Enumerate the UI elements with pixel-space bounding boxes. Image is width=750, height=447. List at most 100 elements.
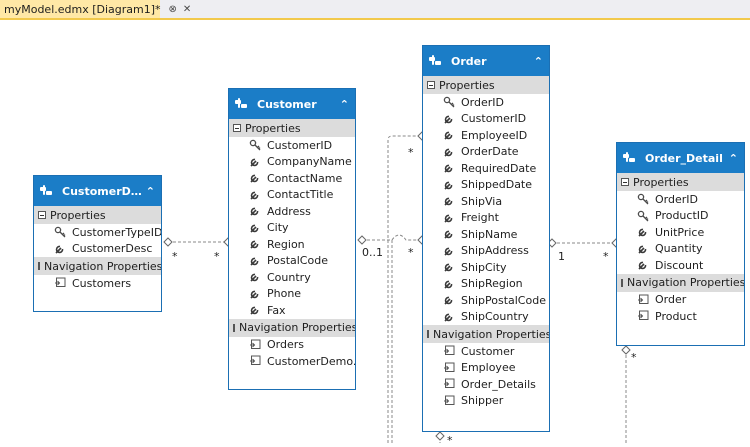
navigation-property-item[interactable]: Orders [229, 337, 355, 354]
properties-section[interactable]: Properties [34, 206, 161, 224]
multiplicity-label: 0..1 [362, 246, 383, 259]
property-item[interactable]: ShipCity [423, 259, 549, 276]
property-item[interactable]: ShipName [423, 226, 549, 243]
navigation-properties-section[interactable]: Navigation Properties [229, 318, 355, 337]
scalar-property-icon [443, 261, 455, 273]
navigation-property-item[interactable]: Product [617, 308, 744, 325]
collapse-icon[interactable]: ⌃ [530, 55, 543, 68]
scalar-property-icon [443, 294, 455, 306]
property-item[interactable]: Region [229, 236, 355, 253]
property-item[interactable]: ContactTitle [229, 187, 355, 204]
entity-customer[interactable]: Customer ⌃ Properties CustomerID CompanyN… [228, 88, 356, 390]
property-label: OrderID [655, 192, 698, 206]
navigation-property-item[interactable]: CustomerDemo... [229, 353, 355, 370]
collapse-toggle-icon[interactable] [427, 330, 429, 338]
entity-header[interactable]: Order_Detail ⌃ [617, 143, 744, 173]
property-item[interactable]: EmployeeID [423, 127, 549, 144]
diamond-marker [435, 431, 445, 441]
property-item[interactable]: Address [229, 203, 355, 220]
collapse-toggle-icon[interactable] [621, 178, 629, 186]
property-item[interactable]: ContactName [229, 170, 355, 187]
properties-section[interactable]: Properties [229, 119, 355, 137]
association-line-customer-order [362, 234, 422, 241]
collapse-icon[interactable]: ⌃ [142, 185, 155, 198]
navigation-property-icon [637, 294, 649, 306]
navigation-property-item[interactable]: Order_Details [423, 376, 549, 393]
entity-name: Order [451, 54, 487, 68]
property-item[interactable]: OrderDate [423, 144, 549, 161]
property-label: Orders [267, 338, 304, 352]
property-item[interactable]: CompanyName [229, 154, 355, 171]
entity-header[interactable]: CustomerDem... ⌃ [34, 176, 161, 206]
property-item[interactable]: ShippedDate [423, 177, 549, 194]
property-item[interactable]: UnitPrice [617, 224, 744, 241]
property-item[interactable]: ShipAddress [423, 243, 549, 260]
property-label: Region [267, 237, 305, 251]
scalar-property-icon [249, 238, 261, 250]
property-item[interactable]: OrderID [617, 191, 744, 208]
navigation-properties-section[interactable]: Navigation Properties [34, 257, 161, 275]
property-item[interactable]: CustomerDesc [34, 241, 161, 258]
scalar-property-icon [249, 205, 261, 217]
property-item[interactable]: Freight [423, 210, 549, 227]
collapse-toggle-icon[interactable] [233, 124, 241, 132]
entity-header[interactable]: Customer ⌃ [229, 89, 355, 119]
properties-section[interactable]: Properties [617, 173, 744, 191]
scalar-property-icon [249, 172, 261, 184]
diamond-marker [621, 345, 631, 355]
navigation-properties-section[interactable]: Navigation Properties [617, 273, 744, 292]
navigation-property-item[interactable]: Customers [34, 275, 161, 292]
collapse-toggle-icon[interactable] [233, 323, 235, 332]
property-item[interactable]: City [229, 220, 355, 237]
property-label: CustomerID [461, 112, 527, 126]
collapse-toggle-icon[interactable] [38, 262, 40, 270]
scalar-property-icon [443, 212, 455, 224]
property-item[interactable]: ShipCountry [423, 309, 549, 326]
property-item[interactable]: RequiredDate [423, 160, 549, 177]
property-item[interactable]: Discount [617, 257, 744, 274]
entity-name: Customer [257, 97, 317, 111]
property-item[interactable]: ShipVia [423, 193, 549, 210]
property-label: Shipper [461, 394, 504, 408]
entity-customer-demographic[interactable]: CustomerDem... ⌃ Properties CustomerType… [33, 175, 162, 312]
property-label: ShipRegion [461, 277, 523, 291]
property-item[interactable]: PostalCode [229, 253, 355, 270]
collapse-toggle-icon[interactable] [427, 81, 435, 89]
navigation-property-item[interactable]: Employee [423, 360, 549, 377]
property-item[interactable]: ProductID [617, 208, 744, 225]
property-label: ShipCity [461, 260, 507, 274]
navigation-property-item[interactable]: Customer [423, 343, 549, 360]
navigation-property-icon [249, 355, 261, 367]
scalar-property-icon [443, 113, 455, 125]
navigation-properties-section[interactable]: Navigation Properties [423, 325, 549, 343]
property-item[interactable]: ShipRegion [423, 276, 549, 293]
entity-header[interactable]: Order ⌃ [423, 46, 549, 76]
property-item[interactable]: ShipPostalCode [423, 292, 549, 309]
property-item[interactable]: Country [229, 269, 355, 286]
property-item[interactable]: CustomerID [229, 137, 355, 154]
collapse-icon[interactable]: ⌃ [336, 98, 349, 111]
entity-order[interactable]: Order ⌃ Properties OrderID CustomerID Empl… [422, 45, 550, 432]
property-item[interactable]: Phone [229, 286, 355, 303]
entity-order-detail[interactable]: Order_Detail ⌃ Properties OrderID Product… [616, 142, 745, 346]
properties-section[interactable]: Properties [423, 76, 549, 94]
property-label: ContactTitle [267, 188, 334, 202]
property-item[interactable]: OrderID [423, 94, 549, 111]
collapse-icon[interactable]: ⌃ [725, 152, 738, 165]
property-item[interactable]: Quantity [617, 241, 744, 258]
property-label: PostalCode [267, 254, 328, 268]
key-icon [54, 226, 66, 238]
entity-type-icon [623, 152, 639, 164]
collapse-toggle-icon[interactable] [621, 278, 623, 287]
property-label: CustomerDesc [72, 242, 153, 256]
scalar-property-icon [249, 255, 261, 267]
multiplicity-label: * [172, 250, 178, 263]
multiplicity-label: * [447, 434, 453, 447]
property-item[interactable]: Fax [229, 302, 355, 319]
collapse-toggle-icon[interactable] [38, 211, 46, 219]
navigation-property-item[interactable]: Shipper [423, 393, 549, 410]
navigation-property-item[interactable]: Order [617, 292, 744, 309]
scalar-property-icon [443, 162, 455, 174]
property-item[interactable]: CustomerID [423, 111, 549, 128]
property-item[interactable]: CustomerTypeID [34, 224, 161, 241]
